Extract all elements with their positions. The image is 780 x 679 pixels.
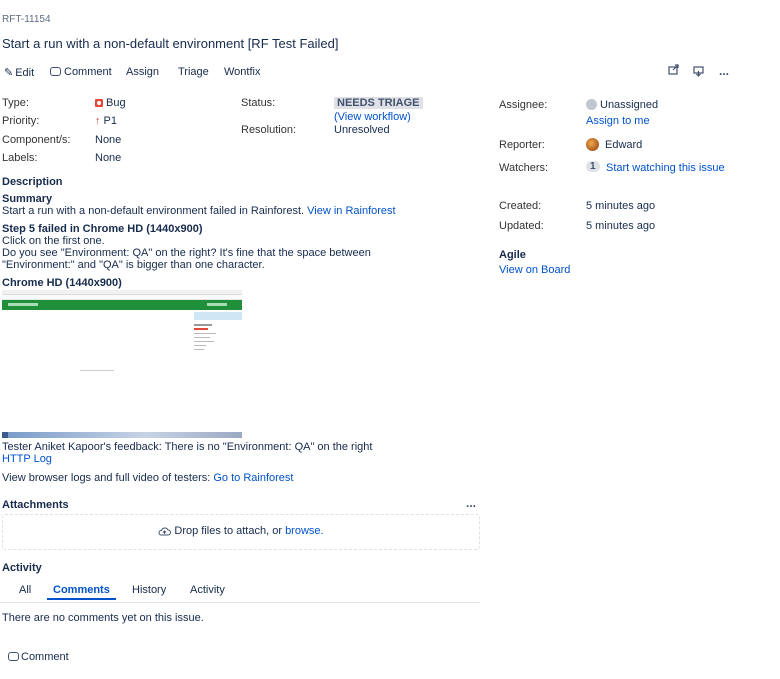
summary-text-line: Start a run with a non-default environme… bbox=[2, 205, 396, 217]
speech-bubble-icon bbox=[50, 67, 61, 76]
cloud-upload-icon bbox=[158, 526, 172, 539]
view-on-board-link[interactable]: View on Board bbox=[499, 264, 570, 276]
no-comments-text: There are no comments yet on this issue. bbox=[2, 612, 204, 624]
tester-feedback: Tester Aniket Kapoor's feedback: There i… bbox=[2, 441, 373, 453]
priority-arrow-up-icon: ↑ bbox=[95, 115, 101, 127]
labels-label: Labels: bbox=[2, 152, 38, 164]
attachment-dropzone[interactable]: Drop files to attach, or browse. bbox=[2, 514, 480, 550]
unassigned-avatar bbox=[586, 99, 597, 110]
pencil-icon: ✎ bbox=[4, 67, 14, 79]
type-label: Type: bbox=[2, 97, 29, 109]
activity-heading: Activity bbox=[2, 562, 42, 574]
tab-history[interactable]: History bbox=[132, 584, 166, 596]
labels-value: None bbox=[95, 152, 122, 164]
triage-button[interactable]: Triage bbox=[178, 66, 209, 78]
comment-button[interactable]: Comment bbox=[50, 66, 112, 78]
resolution-label: Resolution: bbox=[241, 124, 297, 136]
tab-all[interactable]: All bbox=[19, 584, 31, 596]
summary-heading: Summary bbox=[2, 193, 53, 205]
step-line-1: Click on the first one. bbox=[2, 235, 105, 247]
type-value: Bug bbox=[95, 97, 126, 109]
agile-heading: Agile bbox=[499, 249, 526, 261]
bug-icon bbox=[95, 99, 103, 107]
http-log-link[interactable]: HTTP Log bbox=[2, 453, 52, 465]
step-failed-heading: Step 5 failed in Chrome HD (1440x900) bbox=[2, 223, 203, 235]
add-comment-button[interactable]: Comment bbox=[2, 644, 72, 670]
updated-value: 5 minutes ago bbox=[586, 220, 656, 232]
assign-to-me-link[interactable]: Assign to me bbox=[586, 115, 650, 127]
drop-files-text: Drop files to attach, or bbox=[174, 525, 282, 537]
step-line-3: "Environment:" and "QA" is bigger than o… bbox=[2, 259, 265, 271]
browser-logs-line: View browser logs and full video of test… bbox=[2, 472, 293, 484]
summary-text: Start a run with a non-default environme… bbox=[2, 205, 305, 217]
view-in-rainforest-link[interactable]: View in Rainforest bbox=[307, 205, 395, 217]
view-workflow-link[interactable]: (View workflow) bbox=[334, 111, 411, 123]
more-actions-button[interactable]: ... bbox=[719, 64, 729, 78]
reporter-value[interactable]: Edward bbox=[586, 138, 642, 151]
attachments-heading: Attachments bbox=[2, 499, 69, 511]
tab-activity[interactable]: Activity bbox=[190, 584, 225, 596]
assignee-value: Unassigned bbox=[586, 99, 658, 111]
components-value: None bbox=[95, 134, 122, 146]
priority-label: Priority: bbox=[2, 115, 40, 127]
export-icon[interactable] bbox=[693, 66, 704, 80]
go-to-rainforest-link[interactable]: Go to Rainforest bbox=[213, 472, 293, 484]
issue-title: Start a run with a non-default environme… bbox=[2, 36, 339, 51]
step-line-2: Do you see "Environment: QA" on the righ… bbox=[2, 247, 371, 259]
reporter-label: Reporter: bbox=[499, 139, 545, 151]
priority-value: ↑ P1 bbox=[95, 115, 117, 127]
speech-bubble-icon bbox=[8, 652, 19, 661]
status-label: Status: bbox=[241, 97, 276, 109]
updated-label: Updated: bbox=[499, 220, 544, 232]
assign-button[interactable]: Assign bbox=[126, 66, 159, 78]
assignee-label: Assignee: bbox=[499, 99, 548, 111]
start-watching-link[interactable]: Start watching this issue bbox=[606, 162, 725, 174]
watchers-count-badge: 1 bbox=[586, 161, 600, 172]
wontfix-button[interactable]: Wontfix bbox=[224, 66, 260, 78]
status-badge[interactable]: NEEDS TRIAGE bbox=[334, 97, 423, 109]
description-heading: Description bbox=[2, 176, 63, 188]
watchers-label: Watchers: bbox=[499, 162, 549, 174]
screenshot-heading: Chrome HD (1440x900) bbox=[2, 277, 122, 289]
browse-link[interactable]: browse. bbox=[285, 525, 324, 537]
tab-comments[interactable]: Comments bbox=[47, 584, 116, 600]
browser-logs-text: View browser logs and full video of test… bbox=[2, 472, 211, 484]
edit-button[interactable]: ✎ Edit bbox=[4, 66, 34, 79]
created-value: 5 minutes ago bbox=[586, 200, 656, 212]
issue-key[interactable]: RFT-11154 bbox=[2, 14, 51, 25]
attachments-more-button[interactable]: ... bbox=[466, 496, 476, 510]
resolution-value: Unresolved bbox=[334, 124, 390, 136]
activity-tabs: All Comments History Activity bbox=[0, 584, 480, 603]
share-icon[interactable] bbox=[668, 64, 679, 78]
screenshot-thumbnail[interactable] bbox=[2, 290, 242, 438]
avatar bbox=[586, 138, 599, 151]
components-label: Component/s: bbox=[2, 134, 71, 146]
created-label: Created: bbox=[499, 200, 542, 212]
